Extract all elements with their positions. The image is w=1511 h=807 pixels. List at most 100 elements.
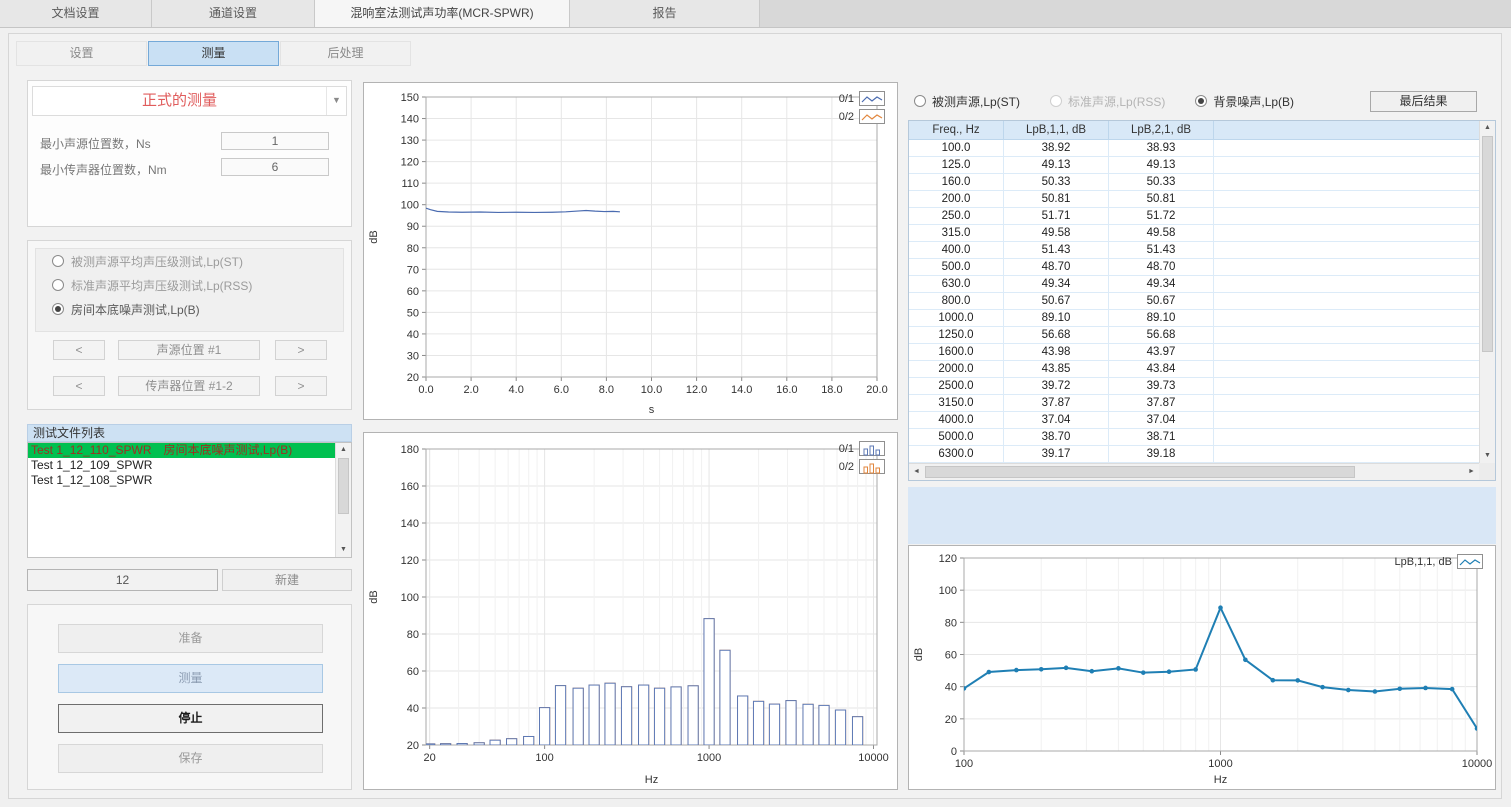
- file-number-input[interactable]: 12: [27, 569, 218, 591]
- table-row-11[interactable]: 1250.056.6856.68: [909, 327, 1479, 344]
- table-cell: 48.70: [1004, 259, 1109, 275]
- field-input[interactable]: 1: [221, 132, 329, 150]
- results-table-header: Freq., HzLpB,1,1, dBLpB,2,1, dB: [909, 121, 1479, 140]
- sub-tab-0[interactable]: 设置: [16, 41, 147, 66]
- file-list-item-0[interactable]: Test 1_12_110_SPWR 房间本底噪声测试,Lp(B): [28, 443, 335, 458]
- position-label-button[interactable]: 传声器位置 #1-2: [118, 376, 260, 396]
- table-cell: 50.67: [1004, 293, 1109, 309]
- scroll-up-icon[interactable]: ▲: [336, 443, 351, 457]
- table-cell: 51.43: [1004, 242, 1109, 258]
- result-source-radio-1[interactable]: 标准声源,Lp(RSS): [1050, 92, 1165, 110]
- test-type-radio-2[interactable]: 房间本底噪声测试,Lp(B): [52, 297, 343, 321]
- table-row-14[interactable]: 2500.039.7239.73: [909, 378, 1479, 395]
- table-row-0[interactable]: 100.038.9238.93: [909, 140, 1479, 157]
- column-header-0[interactable]: Freq., Hz: [909, 121, 1004, 139]
- svg-text:120: 120: [401, 555, 419, 567]
- table-row-10[interactable]: 1000.089.1089.10: [909, 310, 1479, 327]
- main-tab-2[interactable]: 混响室法测试声功率(MCR-SPWR): [315, 0, 570, 27]
- main-tab-1[interactable]: 通道设置: [152, 0, 315, 27]
- results-table: Freq., HzLpB,1,1, dBLpB,2,1, dB 100.038.…: [908, 120, 1496, 481]
- radio-icon: [52, 303, 64, 315]
- table-row-16[interactable]: 4000.037.0437.04: [909, 412, 1479, 429]
- table-cell: 38.70: [1004, 429, 1109, 445]
- prev-button[interactable]: <: [53, 340, 105, 360]
- table-row-5[interactable]: 315.049.5849.58: [909, 225, 1479, 242]
- table-cell: 500.0: [909, 259, 1004, 275]
- svg-text:0.0: 0.0: [418, 384, 433, 396]
- chart-legend: LpB,1,1, dB: [1395, 554, 1484, 569]
- scroll-down-icon[interactable]: ▼: [336, 543, 351, 557]
- main-tab-0[interactable]: 文档设置: [0, 0, 152, 27]
- action-button-0[interactable]: 准备: [58, 624, 323, 653]
- table-row-13[interactable]: 2000.043.8543.84: [909, 361, 1479, 378]
- scroll-up-icon[interactable]: ▲: [1480, 121, 1495, 135]
- column-header-2[interactable]: LpB,2,1, dB: [1109, 121, 1214, 139]
- table-row-2[interactable]: 160.050.3350.33: [909, 174, 1479, 191]
- action-button-2[interactable]: 停止: [58, 704, 323, 733]
- next-button[interactable]: >: [275, 340, 327, 360]
- table-row-18[interactable]: 6300.039.1739.18: [909, 446, 1479, 463]
- final-result-button[interactable]: 最后结果: [1370, 91, 1477, 112]
- prev-button[interactable]: <: [53, 376, 105, 396]
- sub-tab-1[interactable]: 测量: [148, 41, 279, 66]
- scroll-right-icon[interactable]: ►: [1464, 464, 1479, 480]
- spacer-panel: [908, 487, 1496, 544]
- table-row-12[interactable]: 1600.043.9843.97: [909, 344, 1479, 361]
- result-source-radio-2[interactable]: 背景噪声,Lp(B): [1195, 92, 1294, 110]
- table-cell: 50.81: [1109, 191, 1214, 207]
- column-header-1[interactable]: LpB,1,1, dB: [1004, 121, 1109, 139]
- table-cell: 49.13: [1109, 157, 1214, 173]
- svg-text:120: 120: [401, 157, 419, 169]
- svg-text:90: 90: [407, 221, 419, 233]
- svg-text:80: 80: [407, 243, 419, 255]
- sub-tab-2[interactable]: 后处理: [280, 41, 411, 66]
- file-list-scrollbar[interactable]: ▲ ▼: [335, 443, 351, 557]
- svg-text:110: 110: [401, 178, 419, 190]
- action-button-3[interactable]: 保存: [58, 744, 323, 773]
- position-label-button[interactable]: 声源位置 #1: [118, 340, 260, 360]
- table-row-9[interactable]: 800.050.6750.67: [909, 293, 1479, 310]
- table-row-15[interactable]: 3150.037.8737.87: [909, 395, 1479, 412]
- file-list-item-1[interactable]: Test 1_12_109_SPWR: [28, 458, 335, 473]
- scrollbar-thumb[interactable]: [925, 466, 1355, 478]
- file-list-item-2[interactable]: Test 1_12_108_SPWR: [28, 473, 335, 488]
- table-row-8[interactable]: 630.049.3449.34: [909, 276, 1479, 293]
- main-tab-3[interactable]: 报告: [570, 0, 760, 27]
- radio-label: 房间本底噪声测试,Lp(B): [71, 301, 200, 318]
- chevron-down-icon[interactable]: ▼: [326, 87, 346, 115]
- min-position-fields: 最小声源位置数，Ns1最小传声器位置数，Nm6: [28, 129, 351, 181]
- scrollbar-thumb[interactable]: [338, 458, 349, 514]
- table-row-17[interactable]: 5000.038.7038.71: [909, 429, 1479, 446]
- table-row-6[interactable]: 400.051.4351.43: [909, 242, 1479, 259]
- svg-text:100: 100: [401, 592, 419, 604]
- table-cell: 51.72: [1109, 208, 1214, 224]
- line-legend-icon: [859, 109, 885, 124]
- table-cell: 49.34: [1004, 276, 1109, 292]
- scroll-left-icon[interactable]: ◄: [909, 464, 924, 480]
- new-file-button[interactable]: 新建: [222, 569, 352, 591]
- scrollbar-thumb[interactable]: [1482, 136, 1493, 352]
- table-cell: 89.10: [1004, 310, 1109, 326]
- svg-text:40: 40: [945, 682, 957, 694]
- table-row-1[interactable]: 125.049.1349.13: [909, 157, 1479, 174]
- table-cell: 50.33: [1109, 174, 1214, 190]
- legend-entry-1: 0/2: [839, 109, 885, 124]
- result-source-radio-0[interactable]: 被测声源,Lp(ST): [914, 92, 1020, 110]
- table-row-3[interactable]: 200.050.8150.81: [909, 191, 1479, 208]
- table-horizontal-scrollbar[interactable]: ◄ ►: [909, 463, 1479, 480]
- action-button-group: 准备测量停止保存: [27, 604, 352, 790]
- legend-entry-0: 0/1: [839, 91, 885, 106]
- table-vertical-scrollbar[interactable]: ▲ ▼: [1479, 121, 1495, 463]
- svg-text:10000: 10000: [858, 752, 889, 764]
- next-button[interactable]: >: [275, 376, 327, 396]
- field-input[interactable]: 6: [221, 158, 329, 176]
- scroll-down-icon[interactable]: ▼: [1480, 449, 1495, 463]
- radio-icon: [1050, 95, 1062, 107]
- action-button-1[interactable]: 测量: [58, 664, 323, 693]
- table-row-4[interactable]: 250.051.7151.72: [909, 208, 1479, 225]
- table-row-7[interactable]: 500.048.7048.70: [909, 259, 1479, 276]
- test-type-radio-1[interactable]: 标准声源平均声压级测试,Lp(RSS): [52, 273, 343, 297]
- svg-text:Hz: Hz: [1214, 774, 1227, 786]
- test-type-radio-0[interactable]: 被测声源平均声压级测试,Lp(ST): [52, 249, 343, 273]
- mode-dropdown[interactable]: 正式的测量 ▼: [32, 86, 347, 116]
